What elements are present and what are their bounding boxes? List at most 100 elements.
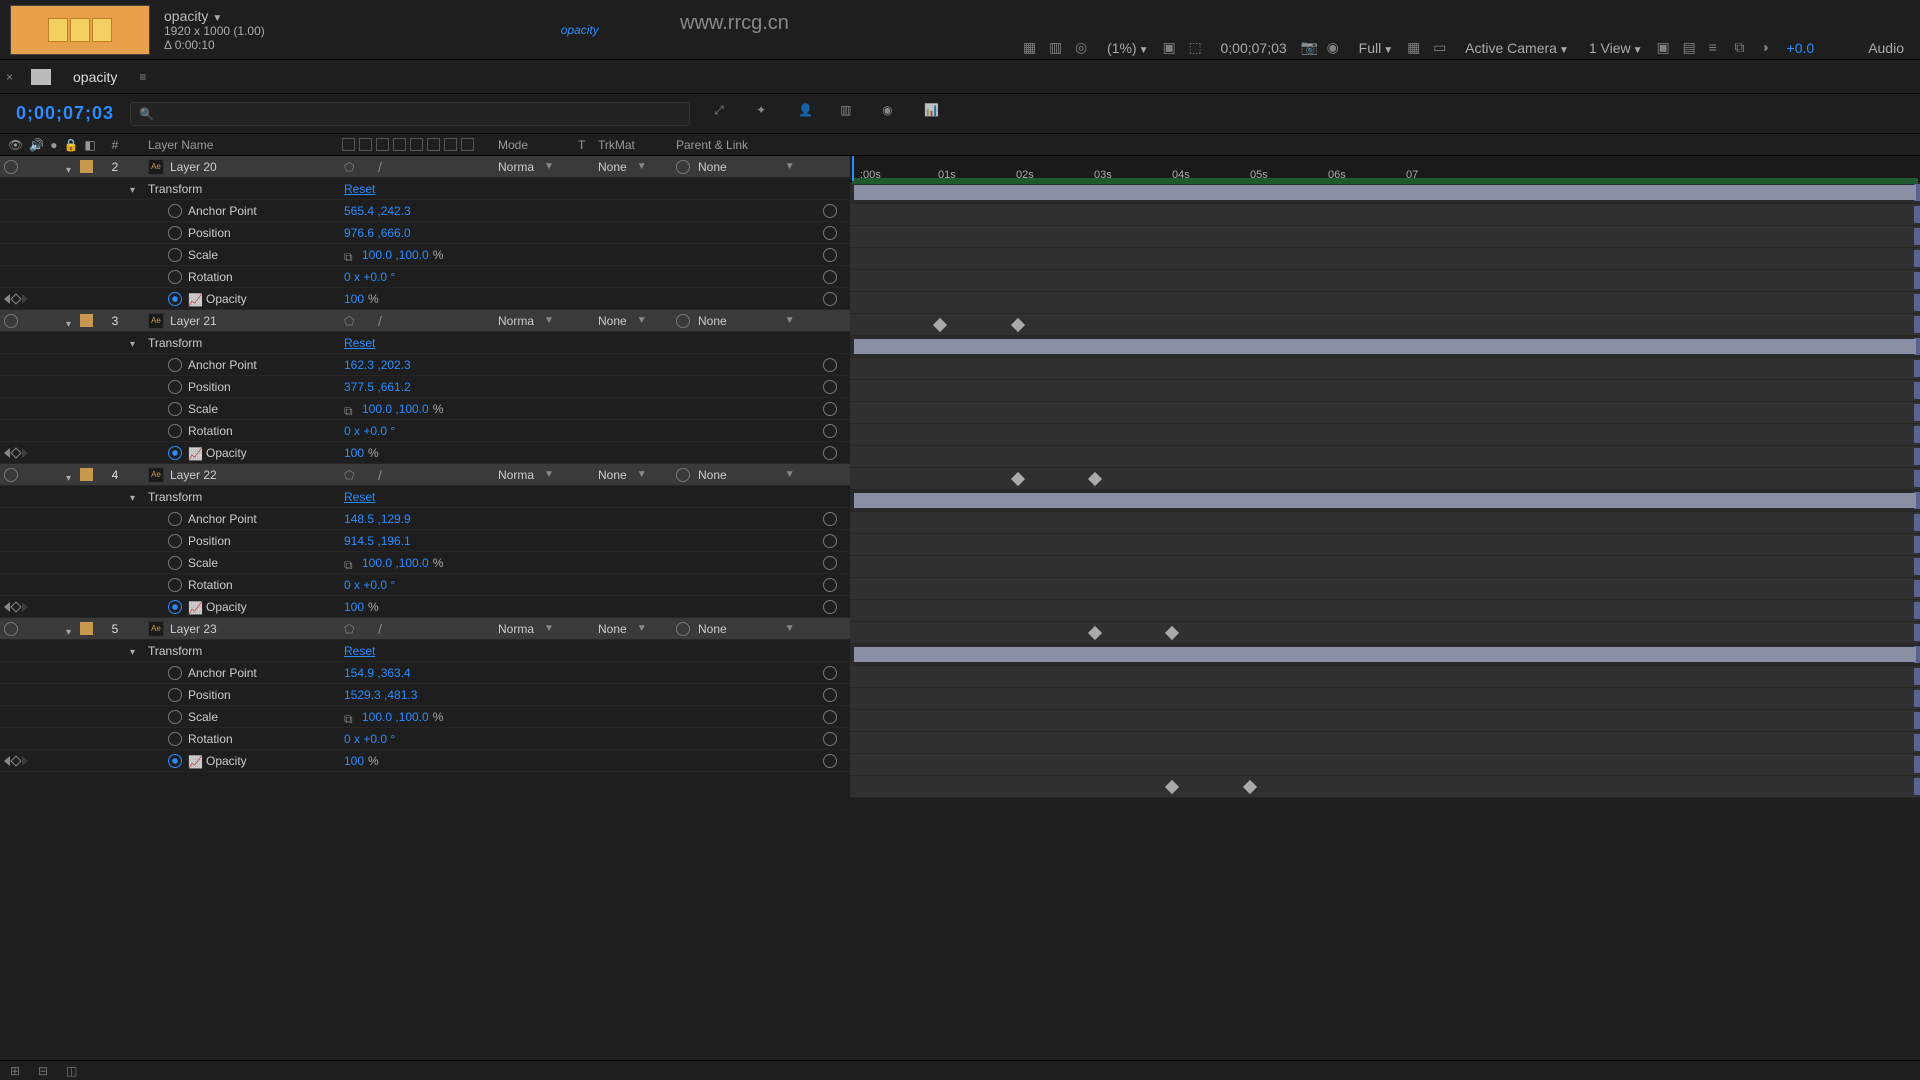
keyframe-nav[interactable] bbox=[4, 602, 28, 612]
quality-switch[interactable]: / bbox=[378, 313, 382, 329]
property-value[interactable]: 565.4 ,242.3 bbox=[344, 204, 411, 218]
pickwhip-icon[interactable] bbox=[676, 160, 690, 174]
keyframe-diamond[interactable] bbox=[1088, 472, 1102, 486]
current-timecode[interactable]: 0;00;07;03 bbox=[0, 103, 130, 124]
property-value[interactable]: 100.0 ,100.0 bbox=[362, 710, 429, 724]
property-value[interactable]: 976.6 ,666.0 bbox=[344, 226, 411, 240]
reset-button[interactable]: Reset bbox=[344, 644, 375, 658]
property-value[interactable]: 1529.3 ,481.3 bbox=[344, 688, 417, 702]
transform-group[interactable]: Transform bbox=[148, 644, 338, 658]
shy-switch[interactable]: ⬠ bbox=[344, 160, 362, 174]
current-time-indicator[interactable] bbox=[852, 156, 854, 181]
switch-collapse-icon[interactable] bbox=[359, 138, 372, 151]
stopwatch-icon[interactable] bbox=[168, 710, 182, 724]
twirl-icon[interactable] bbox=[130, 490, 140, 500]
audio-label[interactable]: Audio bbox=[1862, 38, 1910, 58]
resolution-icon[interactable]: ▣ bbox=[1163, 39, 1181, 57]
expression-pickwhip-icon[interactable] bbox=[823, 732, 837, 746]
grid-icon[interactable]: ▦ bbox=[1023, 39, 1041, 57]
switch-fx-icon[interactable] bbox=[393, 138, 406, 151]
expression-pickwhip-icon[interactable] bbox=[823, 534, 837, 548]
solo-column-icon[interactable]: ● bbox=[50, 138, 57, 152]
resolution-dropdown[interactable]: Full▼ bbox=[1353, 38, 1399, 58]
toggle-modes-icon[interactable]: ⊟ bbox=[38, 1064, 52, 1078]
property-value[interactable]: 0 x +0.0 ° bbox=[344, 578, 395, 592]
twirl-icon[interactable] bbox=[66, 470, 76, 480]
pickwhip-icon[interactable] bbox=[676, 314, 690, 328]
close-tab-icon[interactable]: × bbox=[6, 70, 13, 84]
keyframe-diamond[interactable] bbox=[933, 318, 947, 332]
video-toggle[interactable] bbox=[4, 622, 18, 636]
trkmat-dropdown[interactable]: None▼ bbox=[598, 468, 676, 482]
keyframe-diamond[interactable] bbox=[1011, 318, 1025, 332]
frame-blend-icon[interactable]: ▥ bbox=[840, 103, 862, 125]
shy-switch[interactable]: ⬠ bbox=[344, 622, 362, 636]
twirl-icon[interactable] bbox=[130, 644, 140, 654]
property-name[interactable]: Scale bbox=[188, 710, 218, 724]
timeline-tab[interactable]: opacity bbox=[61, 61, 129, 93]
pickwhip-icon[interactable] bbox=[676, 622, 690, 636]
label-color[interactable] bbox=[80, 622, 93, 635]
property-name[interactable]: Position bbox=[188, 688, 231, 702]
property-name[interactable]: Position bbox=[188, 380, 231, 394]
expression-pickwhip-icon[interactable] bbox=[823, 380, 837, 394]
property-value[interactable]: 100 bbox=[344, 446, 364, 460]
timeline-icon[interactable]: ≡ bbox=[1709, 39, 1727, 57]
property-name[interactable]: Opacity bbox=[206, 292, 247, 306]
label-color[interactable] bbox=[80, 468, 93, 481]
label-color[interactable] bbox=[80, 160, 93, 173]
lock-column-icon[interactable]: 🔒 bbox=[63, 138, 78, 152]
toggle-in-out-icon[interactable]: ◫ bbox=[66, 1064, 80, 1078]
property-value[interactable]: 100.0 ,100.0 bbox=[362, 556, 429, 570]
trkmat-column[interactable]: TrkMat bbox=[598, 138, 676, 152]
property-value[interactable]: 162.3 ,202.3 bbox=[344, 358, 411, 372]
expression-pickwhip-icon[interactable] bbox=[823, 688, 837, 702]
graph-icon[interactable]: 📈 bbox=[188, 293, 200, 305]
pixel-aspect-icon[interactable]: ▣ bbox=[1657, 39, 1675, 57]
parent-column[interactable]: Parent & Link bbox=[676, 138, 836, 152]
stopwatch-icon[interactable] bbox=[168, 226, 182, 240]
constrain-icon[interactable]: ⧉ bbox=[344, 250, 358, 260]
expression-pickwhip-icon[interactable] bbox=[823, 710, 837, 724]
reset-button[interactable]: Reset bbox=[344, 336, 375, 350]
property-value[interactable]: 100 bbox=[344, 600, 364, 614]
property-name[interactable]: Opacity bbox=[206, 600, 247, 614]
property-name[interactable]: Anchor Point bbox=[188, 358, 257, 372]
property-value[interactable]: 914.5 ,196.1 bbox=[344, 534, 411, 548]
expression-pickwhip-icon[interactable] bbox=[823, 270, 837, 284]
expression-pickwhip-icon[interactable] bbox=[823, 358, 837, 372]
expression-pickwhip-icon[interactable] bbox=[823, 424, 837, 438]
switch-motionblur-icon[interactable] bbox=[427, 138, 440, 151]
property-name[interactable]: Rotation bbox=[188, 270, 233, 284]
roi-icon[interactable]: ⬚ bbox=[1189, 39, 1207, 57]
camera-dropdown[interactable]: Active Camera▼ bbox=[1459, 38, 1575, 58]
parent-dropdown[interactable]: None bbox=[698, 468, 727, 482]
switch-shy-icon[interactable] bbox=[342, 138, 355, 151]
layername-column[interactable]: Layer Name bbox=[148, 138, 338, 152]
keyframe-diamond[interactable] bbox=[1011, 472, 1025, 486]
stopwatch-icon[interactable] bbox=[168, 380, 182, 394]
property-value[interactable]: 100 bbox=[344, 292, 364, 306]
twirl-icon[interactable] bbox=[66, 316, 76, 326]
video-column-icon[interactable]: 👁 bbox=[8, 138, 23, 152]
layer-name[interactable]: Layer 20 bbox=[170, 160, 217, 174]
reset-button[interactable]: Reset bbox=[344, 490, 375, 504]
chevron-down-icon[interactable]: ▼ bbox=[212, 13, 222, 24]
expression-pickwhip-icon[interactable] bbox=[823, 666, 837, 680]
property-name[interactable]: Anchor Point bbox=[188, 666, 257, 680]
shy-switch[interactable]: ⬠ bbox=[344, 314, 362, 328]
stopwatch-icon[interactable] bbox=[168, 512, 182, 526]
keyframe-diamond[interactable] bbox=[1088, 626, 1102, 640]
stopwatch-icon[interactable] bbox=[168, 204, 182, 218]
constrain-icon[interactable]: ⧉ bbox=[344, 558, 358, 568]
layer-name[interactable]: Layer 23 bbox=[170, 622, 217, 636]
stopwatch-icon[interactable] bbox=[168, 666, 182, 680]
expression-pickwhip-icon[interactable] bbox=[823, 248, 837, 262]
stopwatch-icon[interactable] bbox=[168, 732, 182, 746]
audio-column-icon[interactable]: 🔊 bbox=[29, 138, 44, 152]
property-name[interactable]: Anchor Point bbox=[188, 512, 257, 526]
layer-name[interactable]: Layer 22 bbox=[170, 468, 217, 482]
property-value[interactable]: 0 x +0.0 ° bbox=[344, 270, 395, 284]
draft-3d-icon[interactable]: ✦ bbox=[756, 103, 778, 125]
label-column-icon[interactable]: ◧ bbox=[84, 138, 95, 152]
